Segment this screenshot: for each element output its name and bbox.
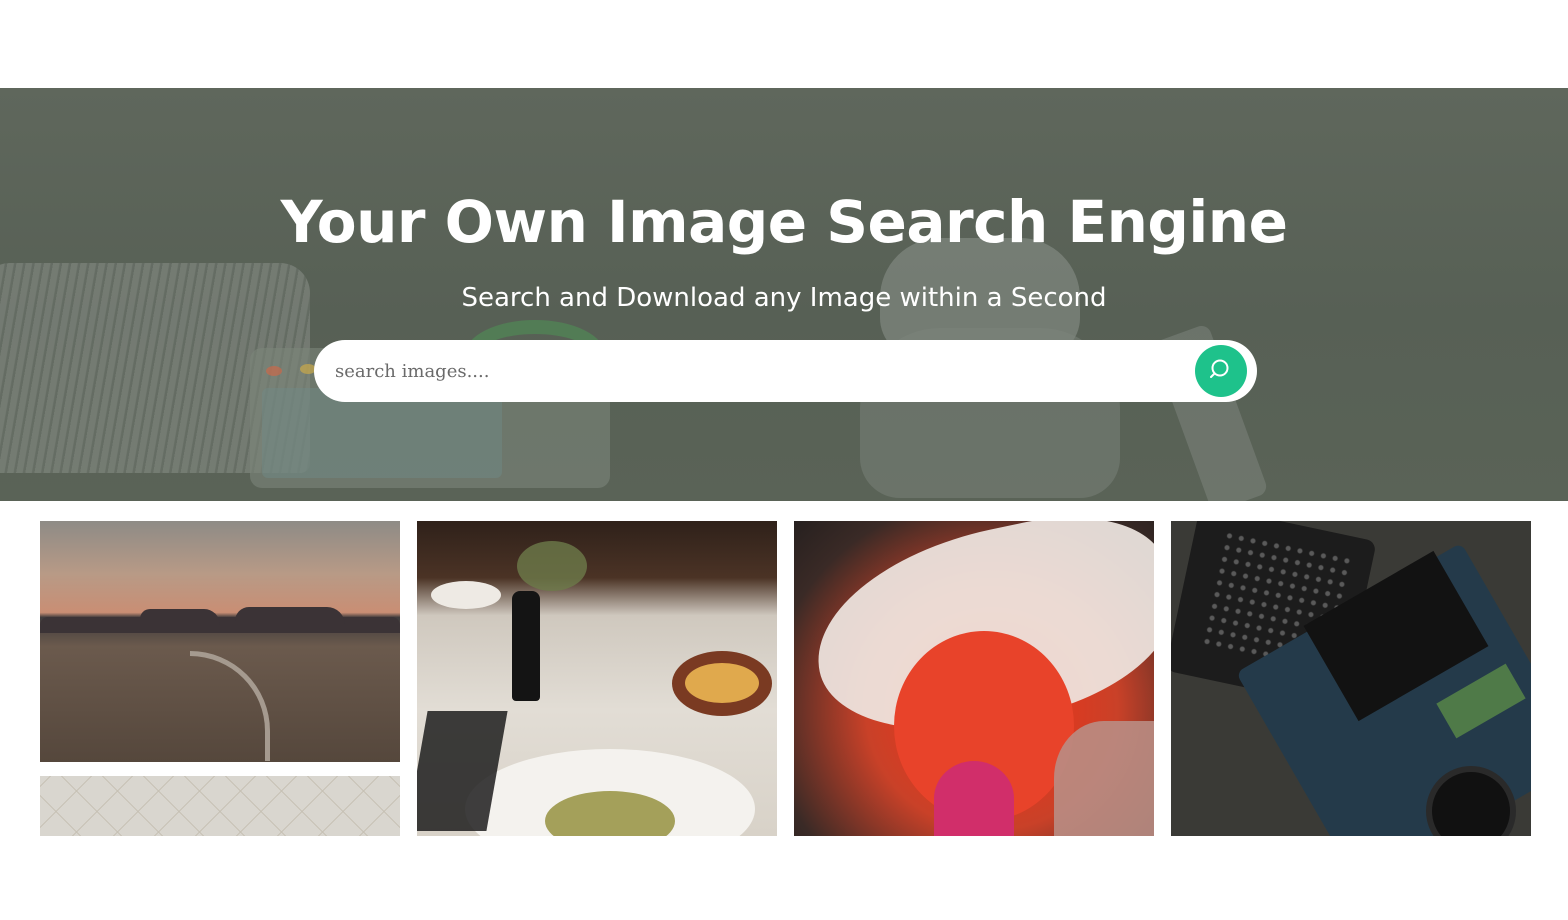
small-plate — [431, 581, 501, 609]
mesa-horizon — [40, 617, 400, 633]
search-button[interactable] — [1195, 345, 1247, 397]
image-gallery — [0, 521, 1568, 836]
search-icon — [1209, 358, 1233, 385]
dirt-road — [190, 651, 270, 761]
neck-feathers — [1054, 721, 1154, 836]
page-subtitle: Search and Download any Image within a S… — [461, 283, 1107, 313]
flowers — [517, 541, 587, 591]
gallery-image-desert[interactable] — [40, 521, 400, 762]
page-title: Your Own Image Search Engine — [280, 188, 1288, 256]
gallery-image-flamingo[interactable] — [794, 521, 1154, 836]
gallery-image-electronics[interactable] — [1171, 521, 1531, 836]
search-bar — [314, 340, 1257, 402]
beak-pink — [934, 761, 1014, 836]
mesa-right — [235, 607, 345, 631]
gallery-image-dinner[interactable] — [417, 521, 777, 836]
window-dot-red — [266, 366, 282, 376]
skillet-food — [685, 663, 759, 703]
vase — [512, 591, 540, 701]
search-input[interactable] — [314, 340, 1195, 402]
mesa-left — [140, 609, 220, 631]
gallery-image-pattern[interactable] — [40, 776, 400, 836]
